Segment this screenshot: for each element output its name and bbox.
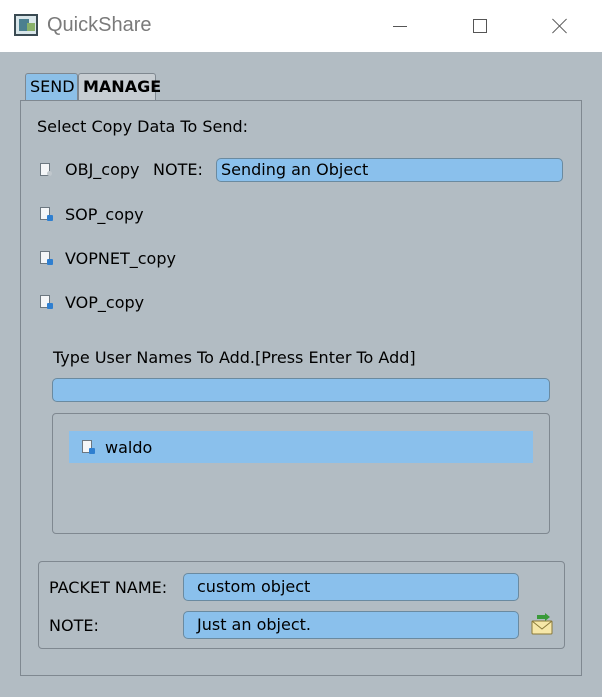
copy-item-vopnet[interactable]: VOPNET_copy (65, 249, 176, 268)
maximize-icon (473, 19, 487, 33)
minimize-button[interactable] (370, 0, 430, 52)
copy-item-sop[interactable]: SOP_copy (65, 205, 144, 224)
tab-manage[interactable]: MANAGE (78, 73, 161, 100)
close-button[interactable] (530, 0, 590, 52)
packet-name-field[interactable]: custom object (183, 573, 519, 601)
copy-item-vop[interactable]: VOP_copy (65, 293, 144, 312)
title-bar: QuickShare (0, 0, 602, 52)
send-mail-icon[interactable] (529, 613, 555, 637)
node-file-icon (40, 207, 53, 221)
packet-note-label: NOTE: (49, 616, 99, 635)
window-title: QuickShare (47, 14, 152, 36)
node-file-icon (40, 251, 53, 265)
node-file-icon (40, 295, 53, 309)
note-label: NOTE: (153, 160, 203, 179)
select-copy-heading: Select Copy Data To Send: (37, 117, 249, 136)
list-item[interactable]: waldo (69, 431, 533, 463)
note-field[interactable]: Sending an Object (216, 158, 563, 182)
minimize-icon (393, 25, 407, 27)
packet-note-field[interactable]: Just an object. (183, 611, 519, 639)
user-name: waldo (105, 438, 153, 457)
app-icon (14, 14, 38, 36)
tab-send[interactable]: SEND (25, 73, 78, 100)
user-names-label: Type User Names To Add.[Press Enter To A… (53, 348, 416, 367)
copy-item-obj[interactable]: OBJ_copy (65, 160, 140, 179)
maximize-button[interactable] (450, 0, 510, 52)
user-name-input[interactable] (52, 378, 550, 402)
user-file-icon (82, 440, 95, 454)
object-file-icon (40, 163, 52, 176)
packet-name-label: PACKET NAME: (49, 578, 168, 597)
close-icon (552, 18, 568, 34)
